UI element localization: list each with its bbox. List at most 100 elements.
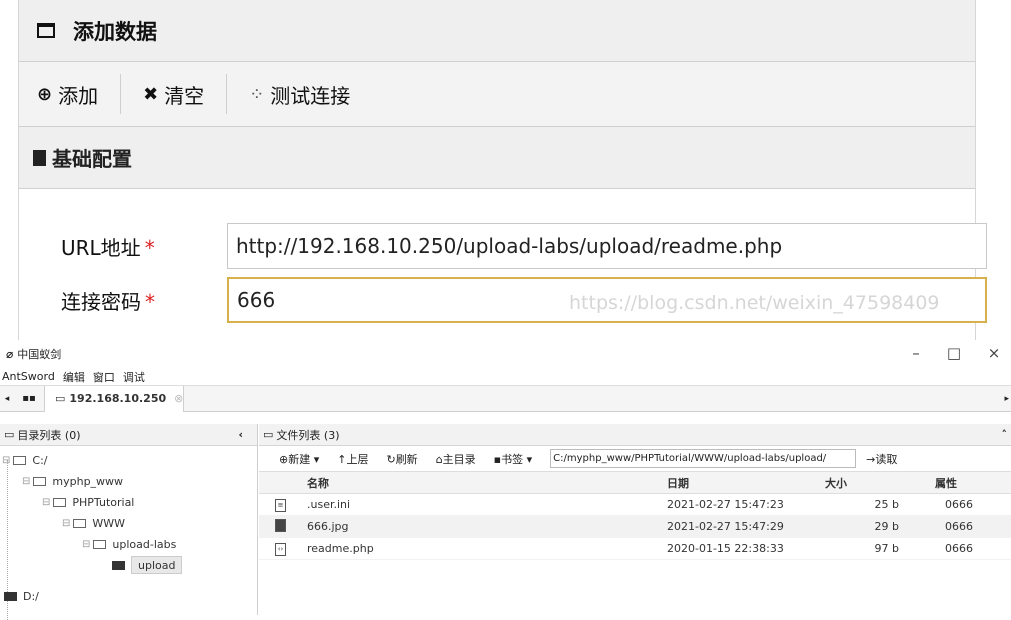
tab-host[interactable]: ▭ 192.168.10.250 ⊗ bbox=[44, 385, 184, 412]
tree-item-c[interactable]: ⊟ C:/ bbox=[2, 450, 47, 470]
test-connection-button[interactable]: ⁘ 测试连接 bbox=[249, 74, 372, 114]
antsword-window: ⌀ 中国蚁剑 – □ × AntSword 编辑 窗口 调试 ◂ ▪▪ ▭ 19… bbox=[0, 340, 1011, 620]
column-name[interactable]: 名称 bbox=[305, 475, 667, 491]
basic-config-header[interactable]: 基础配置 bbox=[19, 127, 975, 189]
dialog-toolbar: ⊕ 添加 ✖ 清空 ⁘ 测试连接 bbox=[19, 62, 975, 127]
file-grid-header: 名称 日期 大小 属性 bbox=[259, 472, 1011, 494]
maximize-button[interactable]: □ bbox=[942, 344, 966, 362]
file-panel-title: 文件列表 (3) bbox=[276, 428, 340, 442]
x-icon: ✖ bbox=[143, 83, 159, 105]
plus-circle-icon: ⊕ bbox=[279, 452, 289, 466]
watermark: https://blog.csdn.net/weixin_47598409 bbox=[569, 292, 940, 314]
clear-button[interactable]: ✖ 清空 bbox=[143, 74, 228, 114]
refresh-button[interactable]: ↻刷新 bbox=[386, 451, 417, 467]
tree-label-selected: upload bbox=[131, 556, 183, 574]
tree-item-upload[interactable]: upload bbox=[112, 555, 183, 575]
folder-icon bbox=[4, 591, 17, 601]
url-input[interactable]: http://192.168.10.250/upload-labs/upload… bbox=[227, 223, 987, 269]
url-label: URL地址 * bbox=[19, 232, 224, 261]
tab-scroll-left-icon[interactable]: ◂ bbox=[0, 394, 14, 404]
collapse-left-icon[interactable]: ‹ bbox=[238, 428, 243, 441]
folder-icon bbox=[13, 455, 27, 465]
expand-icon: ⊟ bbox=[22, 475, 31, 487]
document-icon bbox=[33, 149, 46, 166]
bookmark-button-label: 书签 bbox=[501, 452, 524, 466]
file-size: 29 b bbox=[874, 520, 899, 533]
antsword-logo-icon: ⌀ bbox=[6, 347, 14, 361]
menu-bar: AntSword 编辑 窗口 调试 bbox=[0, 368, 1011, 386]
file-size: 97 b bbox=[874, 542, 899, 555]
tree-item-upload-labs[interactable]: ⊟ upload-labs bbox=[82, 534, 176, 554]
tree-label: upload-labs bbox=[112, 537, 177, 551]
tab-host-label: 192.168.10.250 bbox=[69, 392, 167, 405]
required-mark: * bbox=[145, 289, 155, 314]
main-body: ▭ 目录列表 (0) ‹ ⊟ C:/ ⊟ myphp_www ⊟ PHPTutoria… bbox=[0, 424, 1011, 620]
tree-label: myphp_www bbox=[52, 474, 124, 488]
bookmark-button[interactable]: ▪书签 ▾ bbox=[494, 451, 533, 467]
tab-close-icon[interactable]: ⊗ bbox=[174, 392, 183, 405]
up-button-label: 上层 bbox=[346, 452, 369, 466]
home-button[interactable]: ⌂主目录 bbox=[436, 451, 476, 467]
expand-icon: ⊟ bbox=[82, 538, 91, 550]
file-attr: 0666 bbox=[945, 498, 973, 511]
directory-panel-header: ▭ 目录列表 (0) ‹ bbox=[0, 424, 257, 446]
file-outline-icon: ▭ bbox=[263, 428, 274, 441]
home-button-label: 主目录 bbox=[442, 452, 476, 466]
file-row[interactable]: 666.jpg 2021-02-27 15:47:29 29 b 0666 bbox=[259, 516, 1011, 538]
up-button[interactable]: ↑上层 bbox=[337, 451, 368, 467]
column-size[interactable]: 大小 bbox=[817, 475, 917, 491]
directory-panel-title: 目录列表 (0) bbox=[17, 428, 81, 442]
window-icon bbox=[37, 23, 55, 38]
spinner-icon: ⁘ bbox=[249, 83, 265, 105]
column-attr[interactable]: 属性 bbox=[917, 475, 997, 491]
file-row[interactable]: ≡ .user.ini 2021-02-27 15:47:23 25 b 066… bbox=[259, 494, 1011, 516]
menu-item-antsword[interactable]: AntSword bbox=[2, 370, 55, 383]
new-button[interactable]: ⊕新建 ▾ bbox=[279, 451, 319, 467]
required-mark: * bbox=[144, 235, 155, 260]
column-date[interactable]: 日期 bbox=[667, 475, 817, 491]
tree-item-d[interactable]: D:/ bbox=[4, 586, 39, 606]
tree-item-phptutorial[interactable]: ⊟ PHPTutorial bbox=[42, 492, 134, 512]
password-label: 连接密码 * bbox=[19, 286, 224, 315]
file-toolbar: ⊕新建 ▾ ↑上层 ↻刷新 ⌂主目录 ▪书签 ▾ C:/myphp_www/PH… bbox=[259, 446, 1011, 472]
dialog-title: 添加数据 bbox=[73, 19, 157, 44]
tree-item-www[interactable]: ⊟ WWW bbox=[62, 513, 125, 533]
file-date: 2020-01-15 22:38:33 bbox=[667, 542, 784, 555]
expand-icon: ⊟ bbox=[42, 496, 51, 508]
add-button[interactable]: ⊕ 添加 bbox=[37, 74, 122, 114]
refresh-button-label: 刷新 bbox=[395, 452, 418, 466]
path-input[interactable]: C:/myphp_www/PHPTutorial/WWW/upload-labs… bbox=[550, 449, 857, 468]
window-titlebar: ⌀ 中国蚁剑 – □ × bbox=[0, 340, 1011, 368]
close-button[interactable]: × bbox=[982, 344, 1006, 362]
expand-icon: ⊟ bbox=[2, 454, 11, 466]
file-name: .user.ini bbox=[307, 498, 351, 511]
url-label-text: URL地址 bbox=[61, 235, 141, 260]
clear-button-label: 清空 bbox=[164, 83, 205, 108]
file-date: 2021-02-27 15:47:23 bbox=[667, 498, 784, 511]
grid-icon[interactable]: ▪▪ bbox=[14, 393, 44, 404]
add-button-label: 添加 bbox=[58, 83, 99, 108]
menu-item-edit[interactable]: 编辑 bbox=[63, 369, 85, 385]
window-title: 中国蚁剑 bbox=[17, 348, 62, 361]
file-attr: 0666 bbox=[945, 520, 973, 533]
file-name: 666.jpg bbox=[307, 520, 349, 533]
menu-item-debug[interactable]: 调试 bbox=[123, 369, 145, 385]
add-data-dialog: 添加数据 ⊕ 添加 ✖ 清空 ⁘ 测试连接 基础配置 URL地址 * http:… bbox=[0, 0, 1011, 340]
tree-label: WWW bbox=[92, 516, 126, 530]
code-file-icon: ‹› bbox=[275, 543, 286, 556]
tree-item-myphp-www[interactable]: ⊟ myphp_www bbox=[22, 471, 123, 491]
tab-scroll-right-icon[interactable]: ▸ bbox=[1004, 394, 1009, 404]
expand-icon: ⊟ bbox=[62, 517, 71, 529]
collapse-up-icon[interactable]: ˄ bbox=[1002, 428, 1008, 441]
menu-item-window[interactable]: 窗口 bbox=[93, 369, 115, 385]
minimize-button[interactable]: – bbox=[904, 344, 928, 362]
text-file-icon: ≡ bbox=[275, 499, 286, 512]
directory-panel: ▭ 目录列表 (0) ‹ ⊟ C:/ ⊟ myphp_www ⊟ PHPTutoria… bbox=[0, 424, 258, 620]
file-date: 2021-02-27 15:47:29 bbox=[667, 520, 784, 533]
file-row[interactable]: ‹› readme.php 2020-01-15 22:38:33 97 b 0… bbox=[259, 538, 1011, 560]
file-size: 25 b bbox=[874, 498, 899, 511]
folder-icon bbox=[93, 539, 107, 549]
new-button-label: 新建 bbox=[288, 452, 311, 466]
read-button[interactable]: →读取 bbox=[866, 451, 897, 467]
arrow-right-icon: → bbox=[866, 452, 876, 466]
